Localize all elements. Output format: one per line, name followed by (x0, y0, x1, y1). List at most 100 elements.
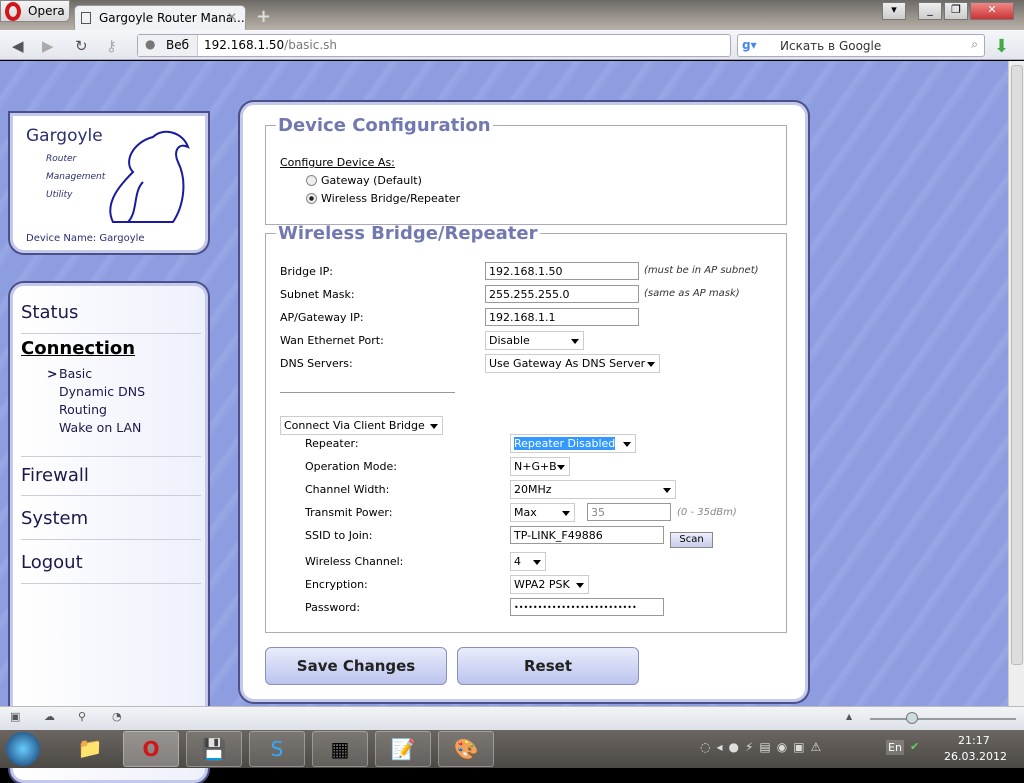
turbo-icon[interactable]: ⚲ (78, 710, 86, 723)
channel-label: Wireless Channel: (305, 555, 404, 568)
scrollbar-thumb[interactable] (1011, 65, 1023, 665)
notepad-icon[interactable]: 📝 (375, 731, 431, 767)
search-input[interactable]: g▾ Искать в Google ⌕ (737, 34, 985, 57)
web-label: Веб (166, 38, 190, 52)
status-bar: ▣ ☁ ⚲ ◔ ▲ (0, 706, 1024, 730)
txpower-select[interactable]: Max (510, 503, 575, 522)
maximize-button[interactable]: ❐ (944, 2, 968, 20)
mask-input[interactable]: 255.255.255.0 (485, 285, 639, 303)
password-input[interactable]: •••••••••••••••••••••••••• (510, 598, 664, 616)
search-placeholder: Искать в Google (780, 39, 882, 53)
wan-label: Wan Ethernet Port: (280, 334, 384, 347)
forward-icon[interactable]: ▶ (42, 37, 54, 55)
divider (280, 392, 455, 393)
enc-select[interactable]: WPA2 PSK (510, 575, 589, 594)
option-gateway-label: Gateway (Default) (321, 174, 422, 187)
floppy-app-icon[interactable]: 💾 (186, 731, 242, 767)
channel-select[interactable]: 4 (510, 552, 546, 571)
back-icon[interactable]: ◀ (12, 37, 24, 55)
close-tab-icon[interactable]: ✕ (227, 10, 237, 24)
connect-mode-select[interactable]: Connect Via Client Bridge (280, 416, 443, 435)
zoom-slider-handle[interactable] (906, 712, 918, 724)
key-icon[interactable]: ⚷ (106, 37, 117, 55)
address-field[interactable]: ● Веб 192.168.1.50/basic.sh (137, 34, 731, 57)
active-marker: > (47, 366, 58, 381)
device-config-section: Device Configuration (265, 115, 787, 225)
unite-icon[interactable]: ☁ (44, 710, 55, 723)
minimize-button[interactable]: _ (918, 2, 942, 20)
nav-basic[interactable]: Basic (59, 366, 92, 381)
nav-routing[interactable]: Routing (59, 402, 107, 417)
nav-dynamic-dns[interactable]: Dynamic DNS (59, 384, 145, 399)
mask-label: Subnet Mask: (280, 288, 355, 301)
radio-bridge[interactable] (306, 193, 317, 204)
download-icon[interactable]: ⬇ (994, 36, 1009, 57)
tab-gargoyle[interactable]: Gargoyle Router Mana... ✕ (74, 5, 246, 30)
repeater-select[interactable]: Repeater Disabled (510, 434, 636, 453)
nav-connection[interactable]: Connection (21, 338, 201, 359)
section-title: Wireless Bridge/Repeater (278, 223, 538, 244)
txpower-hint: (0 - 35dBm) (677, 507, 737, 518)
configure-label: Configure Device As: (280, 156, 395, 169)
skype-icon[interactable]: S (249, 731, 305, 767)
nav-firewall[interactable]: Firewall (21, 456, 201, 496)
reset-button[interactable]: Reset (457, 647, 639, 685)
page-content: Gargoyle Router Management Utility Devic… (0, 61, 1008, 783)
tray-icons[interactable]: ◌◂●⚡▤◉▣⚠ (700, 740, 827, 754)
network-icon[interactable]: ✔ (910, 740, 919, 753)
zoom-arrow-icon[interactable]: ▲ (846, 712, 852, 721)
nav-system[interactable]: System (21, 500, 201, 540)
ssid-input[interactable]: TP-LINK_F49886 (510, 526, 664, 544)
opera-label: Opera (28, 4, 65, 18)
panel-toggle-icon[interactable]: ▣ (10, 710, 20, 723)
logo-box: Gargoyle Router Management Utility Devic… (10, 113, 208, 253)
gateway-input[interactable]: 192.168.1.1 (485, 308, 639, 326)
web-badge[interactable]: ● Веб (138, 35, 198, 56)
search-icon[interactable]: ⌕ (971, 37, 978, 52)
new-tab-button[interactable]: + (256, 6, 271, 27)
reload-icon[interactable]: ↻ (75, 37, 88, 55)
paint-icon[interactable]: 🎨 (438, 731, 494, 767)
speed-icon[interactable]: ◔ (112, 710, 122, 723)
url-path: /basic.sh (284, 38, 338, 52)
option-bridge-label: Wireless Bridge/Repeater (321, 192, 461, 205)
save-changes-button[interactable]: Save Changes (265, 647, 447, 685)
wan-select[interactable]: Disable (485, 331, 584, 350)
bridge-ip-label: Bridge IP: (280, 265, 333, 278)
nav-status[interactable]: Status (21, 302, 201, 334)
chwidth-select[interactable]: 20MHz (510, 480, 676, 499)
zoom-slider[interactable] (870, 718, 1016, 720)
txpower-input[interactable]: 35 (587, 503, 671, 521)
dns-select[interactable]: Use Gateway As DNS Server (485, 354, 660, 373)
clock-date[interactable]: 26.03.2012 (944, 750, 1007, 763)
nav-wake-on-lan[interactable]: Wake on LAN (59, 420, 141, 435)
repeater-value: Repeater Disabled (514, 437, 616, 450)
logo-sub: Router (46, 154, 77, 164)
password-label: Password: (305, 601, 361, 614)
language-indicator[interactable]: En (886, 740, 904, 755)
radio-gateway[interactable] (306, 175, 317, 186)
nav-logout[interactable]: Logout (21, 544, 201, 584)
opera-logo-icon (5, 2, 21, 21)
globe-icon: ● (145, 37, 156, 51)
scan-button[interactable]: Scan (670, 532, 713, 548)
opera-menu-button[interactable]: Opera (0, 0, 70, 22)
url-text: 192.168.1.50/basic.sh (204, 38, 337, 52)
tab-bar: Opera Gargoyle Router Mana... ✕ + ▾ _ ❐ ✕ (0, 0, 1024, 30)
start-button[interactable] (6, 732, 40, 766)
dns-label: DNS Servers: (280, 357, 353, 370)
gargoyle-logo-icon (109, 130, 190, 223)
opmode-label: Operation Mode: (305, 460, 397, 473)
vertical-scrollbar[interactable] (1008, 61, 1024, 706)
opmode-select[interactable]: N+G+B (510, 457, 570, 476)
main-panel: Device Configuration Configure Device As… (240, 102, 808, 702)
google-icon: g▾ (742, 38, 757, 52)
trash-icon[interactable]: ▾ (882, 2, 906, 20)
opera-taskbar-icon[interactable]: O (123, 731, 179, 767)
control-panel-icon[interactable]: ▦ (312, 731, 368, 767)
bridge-ip-input[interactable]: 192.168.1.50 (485, 262, 639, 280)
close-window-button[interactable]: ✕ (970, 2, 1014, 20)
clock-time[interactable]: 21:17 (958, 734, 990, 747)
logo-title: Gargoyle (26, 126, 103, 146)
explorer-icon[interactable]: 📁 (62, 731, 118, 767)
